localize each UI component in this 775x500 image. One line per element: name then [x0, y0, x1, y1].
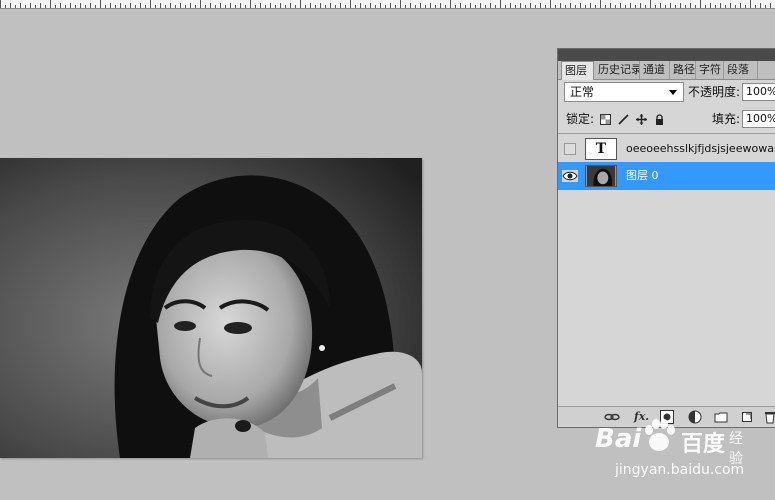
blend-mode-select[interactable]: 正常 [564, 82, 684, 102]
visibility-toggle[interactable] [558, 135, 582, 163]
tab-channels[interactable]: 通道 [640, 61, 670, 79]
trash-icon[interactable] [764, 410, 775, 424]
lock-fill-row: 锁定: 填充: 100% [558, 109, 775, 131]
dropdown-arrow-icon [669, 90, 677, 95]
lock-all-padlock-icon[interactable] [654, 114, 665, 125]
blend-opacity-row: 正常 不透明度: 100% [558, 82, 775, 106]
layer-name[interactable]: 图层 0 [626, 162, 775, 190]
divider [558, 133, 775, 134]
watermark-url: jingyan.baidu.com [615, 462, 745, 478]
baidu-paw-icon [645, 419, 675, 451]
tab-paths[interactable]: 路径 [670, 61, 696, 79]
lock-pixels-brush-icon[interactable] [618, 114, 629, 125]
blend-mode-value: 正常 [570, 85, 595, 99]
tab-layers[interactable]: 图层 [561, 61, 594, 80]
baidu-watermark: Bai 百度 经验 jingyan.baidu.com [593, 418, 745, 484]
lock-label: 锁定: [566, 112, 595, 126]
panel-title-bar[interactable] [558, 49, 775, 61]
watermark-brand-left: Bai [595, 424, 642, 454]
tab-character[interactable]: 字符 [696, 61, 724, 79]
fill-input[interactable]: 100% [742, 110, 775, 128]
layer-row-image[interactable]: 图层 0 [558, 162, 775, 190]
layer-name[interactable]: oeeoeehsslkjfjdsjsjeewowan… [626, 135, 775, 163]
eye-icon [562, 170, 578, 182]
panel-tabs: 图层 历史记录 通道 路径 字符 段落 [558, 61, 775, 80]
top-ruler [0, 0, 775, 9]
fill-label: 填充: [712, 112, 741, 126]
layers-panel: 图层 历史记录 通道 路径 字符 段落 正常 不透明度: 100% 锁定: 填充… [557, 48, 775, 428]
lock-position-move-icon[interactable] [636, 114, 647, 125]
text-layer-thumbnail: T [585, 138, 617, 160]
canvas-photo[interactable] [0, 158, 422, 458]
watermark-brand-right: 百度 [681, 432, 726, 457]
layer-row-text[interactable]: T oeeoeehsslkjfjdsjsjeewowan… [558, 135, 775, 163]
lock-transparency-icon[interactable] [600, 114, 611, 125]
image-layer-thumbnail [585, 165, 617, 187]
tab-paragraph[interactable]: 段落 [724, 61, 758, 79]
visibility-toggle[interactable] [558, 162, 582, 190]
opacity-label: 不透明度: [688, 85, 741, 99]
visibility-empty-box [564, 143, 576, 155]
opacity-input[interactable]: 100% [742, 83, 775, 101]
tab-history[interactable]: 历史记录 [595, 61, 640, 79]
